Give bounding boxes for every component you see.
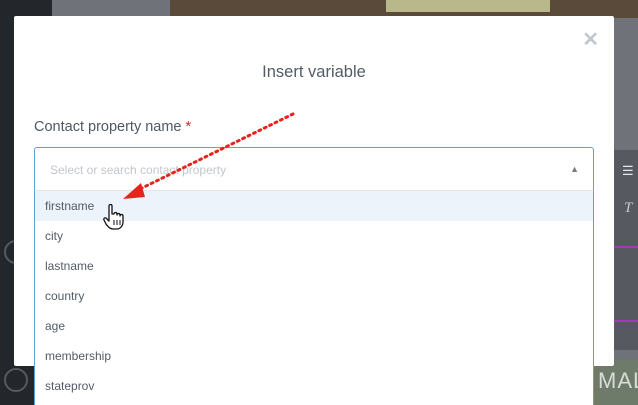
background-right-panel: ☰ T xyxy=(614,150,638,350)
option-firstname[interactable]: firstname xyxy=(35,191,593,221)
contact-property-label: Contact property name * xyxy=(34,119,191,135)
background-banner-text: MAL xyxy=(598,368,638,393)
background-purple-line xyxy=(614,246,638,248)
select-placeholder: Select or search contact property xyxy=(50,163,227,177)
option-age[interactable]: age xyxy=(35,311,593,341)
contact-property-select[interactable]: Select or search contact property ▲ xyxy=(34,147,594,190)
contact-property-options: firstname city lastname country age memb… xyxy=(34,190,594,405)
close-icon[interactable]: ✕ xyxy=(582,30,599,50)
option-lastname[interactable]: lastname xyxy=(35,251,593,281)
modal-title: Insert variable xyxy=(262,63,366,81)
contact-property-label-text: Contact property name xyxy=(34,119,182,135)
background-purple-line xyxy=(614,320,638,322)
italic-text-icon: T xyxy=(624,200,633,216)
caret-up-icon[interactable]: ▲ xyxy=(570,164,579,174)
option-country[interactable]: country xyxy=(35,281,593,311)
option-stateprov[interactable]: stateprov xyxy=(35,371,593,401)
option-city[interactable]: city xyxy=(35,221,593,251)
background-button xyxy=(386,0,550,12)
option-membership[interactable]: membership xyxy=(35,341,593,371)
pinterest-icon xyxy=(4,368,28,392)
menu-icon: ☰ xyxy=(622,163,634,178)
required-mark: * xyxy=(185,119,192,135)
insert-variable-modal: ✕ Insert variable Contact property name *… xyxy=(14,16,614,405)
